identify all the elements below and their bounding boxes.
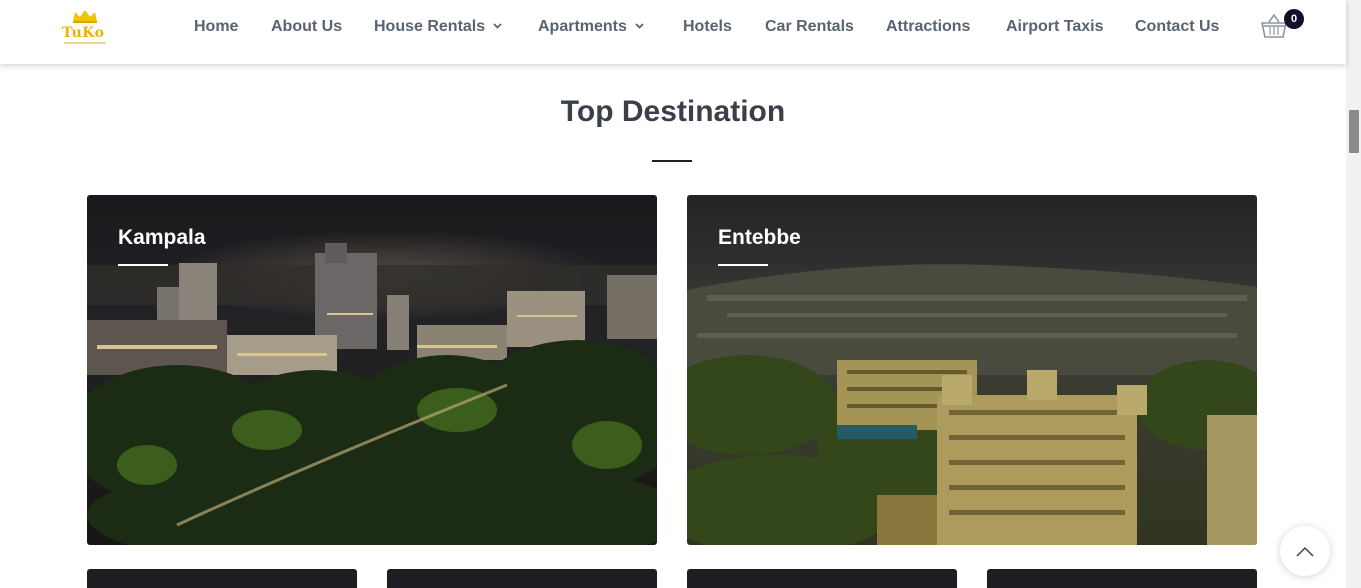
destination-card-kampala[interactable]: Kampala [87,195,657,545]
nav-house-rentals[interactable]: House Rentals [374,18,502,36]
cart-count-badge: 0 [1284,9,1304,29]
brand-logo[interactable]: TuKo [60,9,110,51]
destination-name: Kampala [118,226,206,249]
destination-card-partial-4[interactable] [987,569,1257,588]
nav-airport-taxis[interactable]: Airport Taxis [1006,18,1104,36]
destination-underline [718,264,768,266]
destination-name: Entebbe [718,226,801,249]
page-scrollbar-thumb[interactable] [1349,110,1359,153]
destination-card-partial-1[interactable] [87,569,357,588]
destination-card-partial-3[interactable] [687,569,957,588]
back-to-top-button[interactable] [1280,526,1330,576]
chevron-up-icon [1296,546,1314,557]
destination-card-entebbe[interactable]: Entebbe [687,195,1257,545]
section-title: Top Destination [560,95,786,128]
nav-home[interactable]: Home [194,18,238,36]
site-header: TuKo Home About Us House Rentals Apartme… [0,0,1346,64]
brand-tagline-mark [64,42,106,44]
nav-attractions[interactable]: Attractions [886,18,970,36]
crown-icon [73,10,97,23]
destination-underline [118,264,168,266]
chevron-down-icon [493,23,502,29]
nav-contact-us[interactable]: Contact Us [1135,18,1219,36]
page-scrollbar-track[interactable] [1346,0,1361,588]
nav-apartments[interactable]: Apartments [538,18,644,36]
nav-car-rentals[interactable]: Car Rentals [765,18,854,36]
title-divider [652,160,692,162]
chevron-down-icon [635,23,644,29]
brand-name: TuKo [62,25,105,41]
destination-card-partial-2[interactable] [387,569,657,588]
nav-hotels[interactable]: Hotels [683,18,732,36]
nav-about-us[interactable]: About Us [271,18,342,36]
